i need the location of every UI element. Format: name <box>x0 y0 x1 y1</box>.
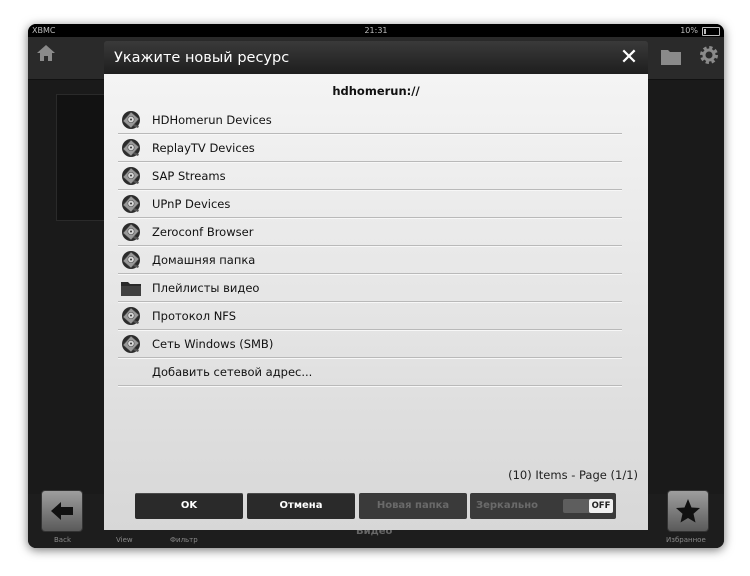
close-button[interactable]: ✕ <box>616 45 642 71</box>
network-drive-icon <box>120 305 142 327</box>
cancel-button[interactable]: Отмена <box>247 493 355 519</box>
status-time: 21:31 <box>364 26 388 35</box>
network-drive-icon <box>120 137 142 159</box>
dialog-body: hdhomerun:// HDHomerun Devices ReplayTV … <box>104 74 648 530</box>
list-item[interactable]: UPnP Devices <box>118 191 622 218</box>
list-item-label: HDHomerun Devices <box>152 113 272 127</box>
list-item[interactable]: Сеть Windows (SMB) <box>118 331 622 358</box>
favorites-label: Избранное <box>666 536 706 544</box>
mirror-label: Зеркально <box>476 500 539 511</box>
list-item[interactable]: Домашняя папка <box>118 247 622 274</box>
list-item-label: Zeroconf Browser <box>152 225 254 239</box>
network-drive-icon <box>120 193 142 215</box>
folder-icon[interactable] <box>660 48 682 66</box>
list-item-label: UPnP Devices <box>152 197 231 211</box>
list-item-label: ReplayTV Devices <box>152 141 255 155</box>
dialog-title: Укажите новый ресурс <box>114 50 290 66</box>
list-item[interactable]: Zeroconf Browser <box>118 219 622 246</box>
toggle-state: OFF <box>589 499 613 513</box>
list-item[interactable]: SAP Streams <box>118 163 622 190</box>
network-drive-icon <box>120 109 142 131</box>
add-network-location-item[interactable]: Добавить сетевой адрес... <box>118 359 622 386</box>
star-icon <box>676 499 700 523</box>
list-item-label: Плейлисты видео <box>152 281 260 295</box>
new-folder-button[interactable]: Новая папка <box>359 493 467 519</box>
battery-icon <box>702 27 720 36</box>
folder-icon <box>120 277 142 299</box>
home-icon[interactable] <box>36 44 56 62</box>
status-bar: XBMC 21:31 10% <box>28 24 724 37</box>
ok-button[interactable]: OK <box>135 493 243 519</box>
mirror-button[interactable]: Зеркально OFF <box>470 493 616 519</box>
list-item[interactable]: ReplayTV Devices <box>118 135 622 162</box>
list-item-label: SAP Streams <box>152 169 226 183</box>
arrow-left-icon <box>51 502 73 520</box>
list-item-label: Добавить сетевой адрес... <box>152 365 313 379</box>
network-drive-icon <box>120 333 142 355</box>
close-icon: ✕ <box>619 45 639 70</box>
network-drive-icon <box>120 249 142 271</box>
view-label: View <box>116 536 133 544</box>
gear-icon[interactable] <box>698 44 720 66</box>
mirror-toggle[interactable]: OFF <box>563 499 613 513</box>
source-list: HDHomerun Devices ReplayTV Devices SAP S… <box>118 107 622 387</box>
list-item[interactable]: Плейлисты видео <box>118 275 622 302</box>
list-item[interactable]: HDHomerun Devices <box>118 107 622 134</box>
dialog-header: Укажите новый ресурс ✕ <box>104 41 648 74</box>
network-drive-icon <box>120 221 142 243</box>
battery-percent: 10% <box>680 26 698 35</box>
list-item-label: Домашняя папка <box>152 253 256 267</box>
list-item-label: Протокол NFS <box>152 309 237 323</box>
page-indicator: (10) Items - Page (1/1) <box>508 468 638 482</box>
back-label: Back <box>54 536 71 544</box>
favorites-button[interactable] <box>668 491 708 531</box>
current-path: hdhomerun:// <box>332 84 420 98</box>
list-item-label: Сеть Windows (SMB) <box>152 337 274 351</box>
filter-label: Фильтр <box>170 536 198 544</box>
list-item[interactable]: Протокол NFS <box>118 303 622 330</box>
network-drive-icon <box>120 165 142 187</box>
back-button[interactable] <box>42 491 82 531</box>
